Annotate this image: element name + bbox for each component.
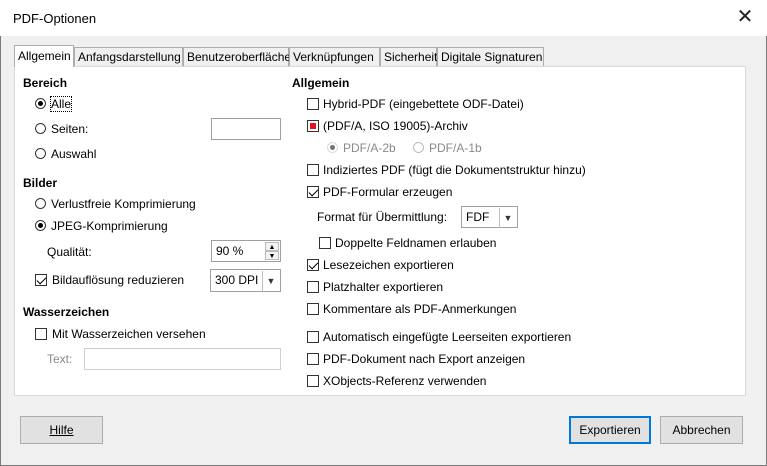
tab-verknuepfungen[interactable]: Verknüpfungen: [289, 47, 380, 66]
checkbox-kommentare[interactable]: [307, 303, 319, 315]
radio-pdfa-1b[interactable]: [413, 142, 424, 153]
exportieren-button-label: Exportieren: [579, 423, 641, 437]
text-label: Text:: [47, 352, 73, 366]
chevron-down-icon[interactable]: ▼: [499, 208, 516, 228]
tab-sicherheit[interactable]: Sicherheit: [380, 47, 437, 66]
doppelte-label[interactable]: Doppelte Feldnamen erlauben: [335, 236, 496, 250]
qualitaet-label: Qualität:: [47, 245, 92, 259]
allgemein-heading: Allgemein: [292, 76, 350, 90]
close-icon[interactable]: ✕: [733, 6, 757, 30]
pdfa-1b-label[interactable]: PDF/A-1b: [429, 141, 482, 155]
checkbox-pdfa[interactable]: [307, 120, 319, 132]
formular-label[interactable]: PDF-Formular erzeugen: [323, 185, 452, 199]
qualitaet-spin-buttons[interactable]: ▲ ▼: [265, 242, 279, 260]
bereich-heading: Bereich: [23, 76, 68, 90]
pdfa-label[interactable]: (PDF/A, ISO 19005)-Archiv: [323, 119, 468, 133]
dpi-dropdown[interactable]: 300 DPI ▼: [210, 269, 281, 292]
anzeigen-label[interactable]: PDF-Dokument nach Export anzeigen: [323, 352, 525, 366]
kommentare-label[interactable]: Kommentare als PDF-Anmerkungen: [323, 302, 516, 316]
platzhalter-label[interactable]: Platzhalter exportieren: [323, 280, 443, 294]
qualitaet-value: 90 %: [216, 244, 244, 258]
radio-alle-label[interactable]: Alle: [49, 96, 73, 112]
qualitaet-spinbox[interactable]: 90 % ▲ ▼: [211, 240, 281, 262]
checkbox-lesezeichen[interactable]: [307, 259, 319, 271]
checkbox-doppelte[interactable]: [319, 237, 331, 249]
radio-verlustfrei-label[interactable]: Verlustfreie Komprimierung: [51, 197, 196, 211]
window-title: PDF-Optionen: [13, 11, 97, 26]
checkbox-formular[interactable]: [307, 186, 319, 198]
pdfa-2b-label[interactable]: PDF/A-2b: [343, 141, 396, 155]
leerseiten-label[interactable]: Automatisch eingefügte Leerseiten export…: [323, 330, 571, 344]
wasserzeichen-label[interactable]: Mit Wasserzeichen versehen: [52, 327, 206, 341]
title-bar: PDF-Optionen ✕: [0, 0, 767, 36]
checkbox-bildaufloesung[interactable]: [35, 274, 47, 286]
tab-benutzeroberflaeche[interactable]: Benutzeroberfläche: [183, 47, 291, 66]
radio-auswahl-label[interactable]: Auswahl: [51, 147, 96, 161]
bildaufloesung-label[interactable]: Bildauflösung reduzieren: [52, 273, 184, 287]
radio-verlustfrei[interactable]: [35, 198, 46, 209]
hilfe-button-label: Hilfe: [49, 423, 74, 437]
abbrechen-button-label: Abbrechen: [672, 423, 731, 437]
radio-auswahl[interactable]: [35, 148, 46, 159]
spin-down-icon[interactable]: ▼: [265, 251, 279, 260]
exportieren-button[interactable]: Exportieren: [569, 416, 651, 444]
radio-alle[interactable]: [35, 98, 46, 109]
radio-jpeg-label[interactable]: JPEG-Komprimierung: [51, 219, 168, 233]
hilfe-button[interactable]: Hilfe: [20, 416, 103, 444]
format-dropdown[interactable]: FDF ▼: [461, 206, 518, 228]
indiziert-label[interactable]: Indiziertes PDF (fügt die Dokumentstrukt…: [323, 163, 586, 177]
dpi-value: 300 DPI: [215, 273, 259, 287]
checkbox-xobjects[interactable]: [307, 375, 319, 387]
tab-digitale-signaturen[interactable]: Digitale Signaturen: [437, 47, 544, 66]
hybrid-label[interactable]: Hybrid-PDF (eingebettete ODF-Datei): [323, 97, 524, 111]
checkbox-platzhalter[interactable]: [307, 281, 319, 293]
radio-jpeg[interactable]: [35, 220, 46, 231]
bilder-heading: Bilder: [23, 176, 58, 190]
format-label: Format für Übermittlung:: [317, 210, 448, 224]
xobjects-label[interactable]: XObjects-Referenz verwenden: [323, 374, 486, 388]
tab-allgemein[interactable]: Allgemein: [14, 45, 74, 67]
checkbox-wasserzeichen[interactable]: [35, 328, 47, 340]
radio-seiten-label[interactable]: Seiten:: [51, 122, 88, 136]
wasserzeichen-heading: Wasserzeichen: [23, 305, 110, 319]
seiten-input[interactable]: [211, 118, 281, 140]
lesezeichen-label[interactable]: Lesezeichen exportieren: [323, 258, 454, 272]
checkbox-anzeigen[interactable]: [307, 353, 319, 365]
checkbox-hybrid[interactable]: [307, 98, 319, 110]
checkbox-indiziert[interactable]: [307, 164, 319, 176]
format-value: FDF: [466, 210, 490, 224]
chevron-down-icon[interactable]: ▼: [262, 271, 279, 291]
archive-marker-icon: [310, 123, 316, 129]
checkbox-leerseiten[interactable]: [307, 331, 319, 343]
abbrechen-button[interactable]: Abbrechen: [660, 416, 743, 444]
tab-anfangsdarstellung[interactable]: Anfangsdarstellung: [74, 47, 183, 66]
radio-seiten[interactable]: [35, 123, 46, 134]
spin-up-icon[interactable]: ▲: [265, 242, 279, 251]
radio-pdfa-2b[interactable]: [327, 142, 338, 153]
wasserzeichen-text-input[interactable]: [84, 348, 281, 370]
